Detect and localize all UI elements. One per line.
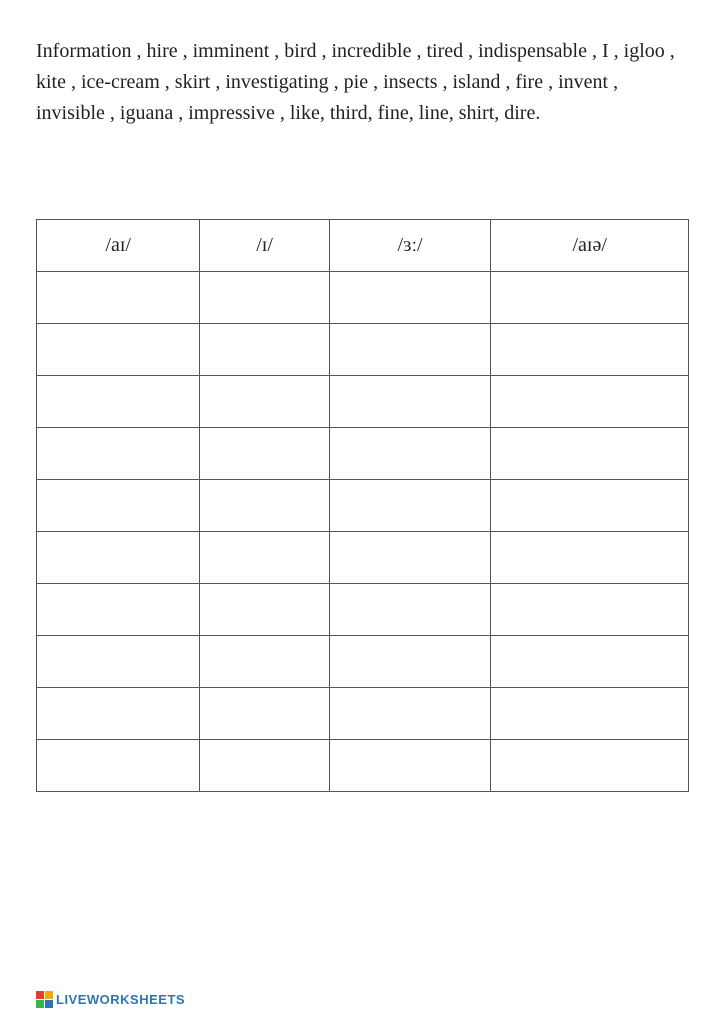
cell[interactable] — [329, 324, 491, 376]
liveworksheets-label: LIVEWORKSHEETS — [56, 992, 185, 1007]
cell[interactable] — [200, 688, 329, 740]
logo-square-yellow — [45, 991, 53, 999]
header-i: /ɪ/ — [200, 220, 329, 272]
header-ai: /aɪ/ — [37, 220, 200, 272]
cell[interactable] — [491, 480, 689, 532]
cell[interactable] — [200, 532, 329, 584]
cell[interactable] — [491, 428, 689, 480]
cell[interactable] — [491, 740, 689, 792]
table-row — [37, 636, 689, 688]
table-row — [37, 324, 689, 376]
logo-square-green — [36, 1000, 44, 1008]
cell[interactable] — [37, 688, 200, 740]
logo-square-red — [36, 991, 44, 999]
cell[interactable] — [200, 324, 329, 376]
cell[interactable] — [37, 376, 200, 428]
page: Information , hire , imminent , bird , i… — [0, 0, 725, 1024]
cell[interactable] — [491, 532, 689, 584]
logo-square-blue — [45, 1000, 53, 1008]
cell[interactable] — [37, 636, 200, 688]
cell[interactable] — [37, 532, 200, 584]
cell[interactable] — [37, 428, 200, 480]
cell[interactable] — [37, 324, 200, 376]
liveworksheets-logo: LIVEWORKSHEETS — [36, 991, 185, 1008]
cell[interactable] — [200, 428, 329, 480]
footer: LIVEWORKSHEETS — [36, 991, 185, 1008]
cell[interactable] — [329, 272, 491, 324]
header-aie: /aɪə/ — [491, 220, 689, 272]
cell[interactable] — [329, 428, 491, 480]
table-row — [37, 272, 689, 324]
cell[interactable] — [491, 272, 689, 324]
cell[interactable] — [329, 688, 491, 740]
table-header-row: /aɪ/ /ɪ/ /ɜː/ /aɪə/ — [37, 220, 689, 272]
phonetics-table: /aɪ/ /ɪ/ /ɜː/ /aɪə/ — [36, 219, 689, 792]
header-3: /ɜː/ — [329, 220, 491, 272]
cell[interactable] — [491, 376, 689, 428]
cell[interactable] — [37, 740, 200, 792]
cell[interactable] — [37, 584, 200, 636]
cell[interactable] — [200, 272, 329, 324]
cell[interactable] — [491, 688, 689, 740]
cell[interactable] — [329, 376, 491, 428]
table-row — [37, 376, 689, 428]
cell[interactable] — [37, 272, 200, 324]
cell[interactable] — [200, 636, 329, 688]
table-section: /aɪ/ /ɪ/ /ɜː/ /aɪə/ — [36, 219, 689, 792]
table-row — [37, 480, 689, 532]
cell[interactable] — [200, 376, 329, 428]
cell[interactable] — [329, 584, 491, 636]
table-row — [37, 740, 689, 792]
logo-squares-icon — [36, 991, 53, 1008]
table-row — [37, 584, 689, 636]
table-row — [37, 428, 689, 480]
cell[interactable] — [491, 636, 689, 688]
cell[interactable] — [329, 532, 491, 584]
table-row — [37, 688, 689, 740]
cell[interactable] — [200, 480, 329, 532]
cell[interactable] — [200, 740, 329, 792]
cell[interactable] — [491, 584, 689, 636]
cell[interactable] — [491, 324, 689, 376]
cell[interactable] — [329, 480, 491, 532]
table-row — [37, 532, 689, 584]
cell[interactable] — [37, 480, 200, 532]
cell[interactable] — [329, 740, 491, 792]
cell[interactable] — [200, 584, 329, 636]
word-list: Information , hire , imminent , bird , i… — [36, 36, 689, 129]
cell[interactable] — [329, 636, 491, 688]
